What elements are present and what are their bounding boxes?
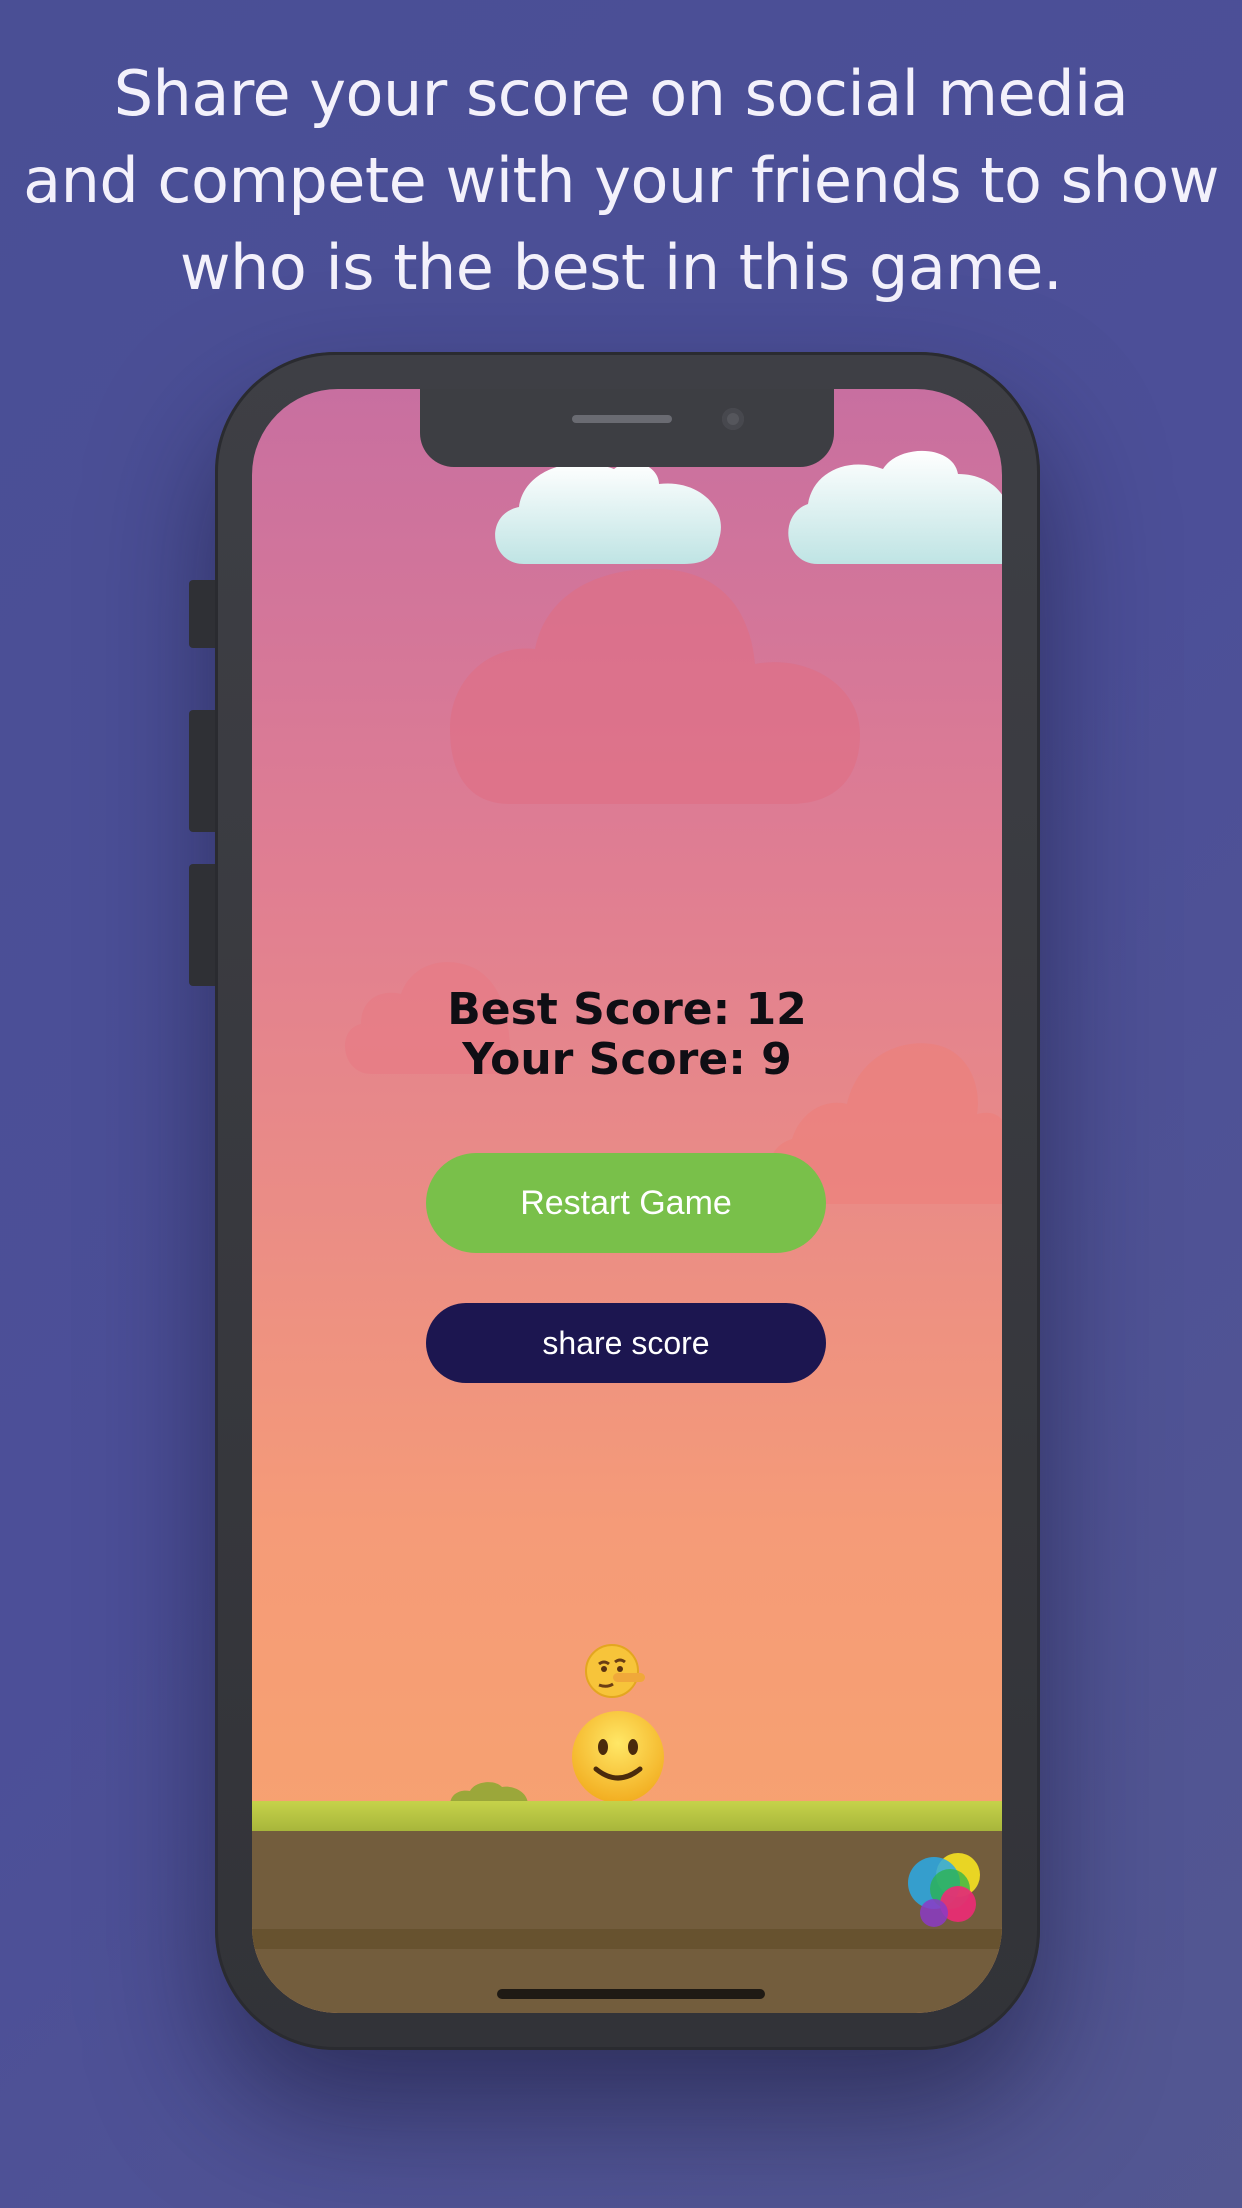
speaker-grille xyxy=(572,415,672,423)
volume-up-button xyxy=(189,710,215,832)
mute-switch xyxy=(189,580,215,648)
restart-game-button[interactable]: Restart Game xyxy=(426,1153,826,1253)
grass-strip xyxy=(252,1801,1002,1831)
background-cloud-large xyxy=(450,569,860,804)
promo-headline: Share your score on social media and com… xyxy=(23,57,1219,304)
game-center-icon[interactable] xyxy=(904,1849,988,1933)
lying-face-emoji-icon xyxy=(585,1644,645,1698)
best-score-label: Best Score: 12 xyxy=(447,984,807,1035)
smiling-face-emoji-icon xyxy=(572,1711,664,1803)
front-camera xyxy=(722,408,744,430)
ground-stripe xyxy=(252,1929,1002,1949)
volume-down-button xyxy=(189,864,215,986)
phone-frame: Best Score: 12 Your Score: 9 Restart Gam… xyxy=(189,352,1040,2050)
ground-dirt xyxy=(252,1831,1002,2013)
game-screen: Best Score: 12 Your Score: 9 Restart Gam… xyxy=(252,389,1002,2013)
notch xyxy=(420,389,834,467)
share-score-button[interactable]: share score xyxy=(426,1303,826,1383)
home-indicator xyxy=(497,1989,765,1999)
your-score-label: Your Score: 9 xyxy=(462,1034,792,1085)
